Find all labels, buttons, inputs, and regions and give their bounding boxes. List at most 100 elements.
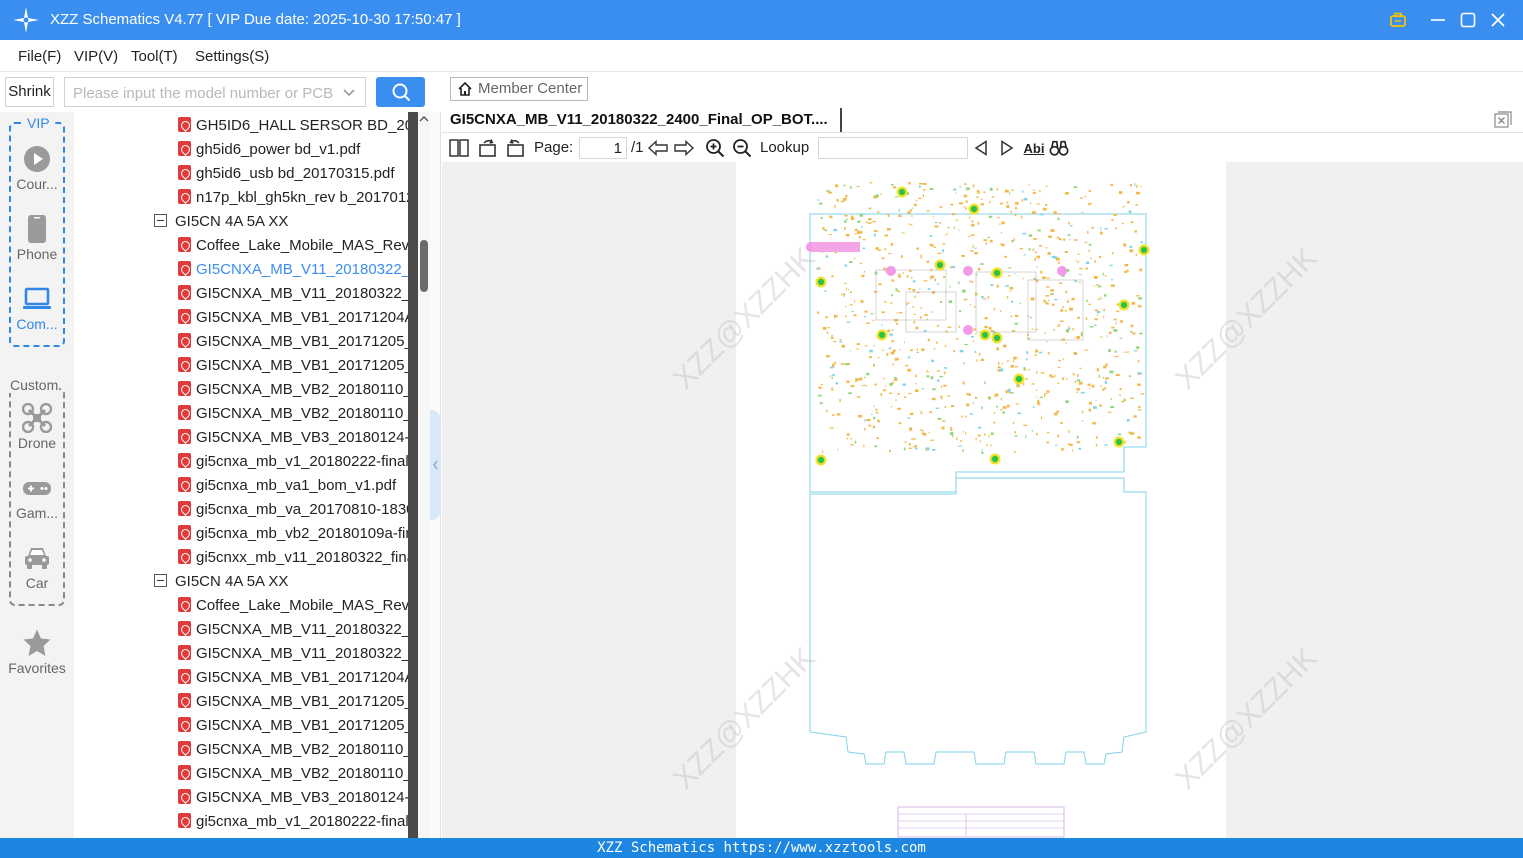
car-icon xyxy=(22,543,52,573)
pdf-file-icon xyxy=(178,140,191,156)
zoom-in-icon[interactable] xyxy=(705,138,725,158)
pdf-file-icon xyxy=(178,644,191,660)
tree-row-label: GI5CNXA_MB_VB1_20171205_13 xyxy=(196,357,408,374)
tree-scrollbar[interactable] xyxy=(418,112,430,838)
tree-file-row[interactable]: GH5ID6_HALL SERSOR BD_2017 xyxy=(178,114,408,138)
rail-item-games[interactable]: Gam... xyxy=(0,473,74,521)
tree-file-row[interactable]: GI5CNXA_MB_V11_20180322_24 xyxy=(178,258,408,282)
panel-splitter[interactable] xyxy=(430,112,441,838)
tree-file-row[interactable]: GI5CNXA_MB_V11_20180322_24 xyxy=(178,282,408,306)
close-button[interactable] xyxy=(1486,8,1510,32)
tree-row-label: GI5CNXA_MB_VB2_20180110_09 xyxy=(196,741,408,758)
match-case-button[interactable]: Abi xyxy=(1023,138,1045,158)
tree-file-row[interactable]: gi5cnxa_mb_vb2_20180109a-fin xyxy=(178,522,408,546)
pdf-file-icon xyxy=(178,764,191,780)
menu-settings[interactable]: Settings(S) xyxy=(195,48,269,65)
tree-row-label: GI5CNXA_MB_VB2_20180110_09 xyxy=(196,765,408,782)
tree-file-row[interactable]: GI5CNXA_MB_VB1_20171204A_I xyxy=(178,666,408,690)
tree-file-row[interactable]: GI5CNXA_MB_V11_20180322_24 xyxy=(178,642,408,666)
tab-divider xyxy=(442,132,1523,133)
maximize-button[interactable] xyxy=(1456,8,1480,32)
close-tab-icon[interactable] xyxy=(1494,111,1512,129)
tree-file-row[interactable]: gi5cnxx_mb_v11_20180322_fina xyxy=(178,546,408,570)
tree-file-row[interactable]: gh5id6_power bd_v1.pdf xyxy=(178,138,360,162)
tree-file-row[interactable]: gi5cnxa_mb_va_20170810-1830_ xyxy=(178,498,408,522)
tree-file-row[interactable]: Coffee_Lake_Mobile_MAS_Rev_1 xyxy=(178,594,408,618)
tree-file-row[interactable]: GI5CNXA_MB_V11_20180322_24 xyxy=(178,618,408,642)
next-view-arrow-icon[interactable] xyxy=(674,138,694,158)
tree-scrollbar-thumb[interactable] xyxy=(420,240,428,292)
collapse-panel-tab[interactable] xyxy=(430,410,441,520)
window-title: XZZ Schematics V4.77 [ VIP Due date: 202… xyxy=(50,11,461,28)
rail-item-car[interactable]: Car xyxy=(0,543,74,591)
document-viewer[interactable]: XZZ@XZZHK XZZ@XZZHK XZZ@XZZHK XZZ@XZZHK xyxy=(442,162,1523,838)
tree-file-row[interactable]: GI5CNXA_MB_VB1_20171205_13 xyxy=(178,354,408,378)
lookup-input[interactable] xyxy=(818,137,968,159)
file-tree: GH5ID6_HALL SERSOR BD_2017 gh5id6_power b… xyxy=(74,112,408,838)
tree-file-row[interactable]: GI5CNXA_MB_VB2_20180110_09 xyxy=(178,762,408,786)
pdf-file-icon xyxy=(178,452,191,468)
tree-row-label: gh5id6_power bd_v1.pdf xyxy=(196,141,361,158)
tree-folder-row[interactable]: GI5CN 4A 5A XX xyxy=(154,570,288,594)
tree-row-label: GI5CNXA_MB_V11_20180322_24 xyxy=(196,645,408,662)
tree-file-row[interactable]: GI5CNXA_MB_VB1_20171205_13 xyxy=(178,690,408,714)
zoom-out-icon[interactable] xyxy=(732,138,752,158)
menu-vip[interactable]: VIP(V) xyxy=(74,48,118,65)
collapse-toggle-icon[interactable] xyxy=(154,213,167,227)
custom-group-label: Custom xyxy=(9,377,60,393)
tree-folder-row[interactable]: GI5CN 4A 5A XX xyxy=(154,210,288,234)
tree-file-row[interactable]: gi5cnxa_mb_va1_bom_v1.pdf xyxy=(178,474,396,498)
rail-item-computer[interactable]: Com... xyxy=(0,284,74,332)
tree-row-label: gi5cnxa_mb_vb2_20180109a-fin xyxy=(196,525,408,542)
shrink-button[interactable]: Shrink xyxy=(5,77,54,107)
minimize-button[interactable] xyxy=(1426,8,1450,32)
menu-tool[interactable]: Tool(T) xyxy=(131,48,178,65)
tree-file-row[interactable]: gi5cnxa_mb_v1_20180222-final_ xyxy=(178,450,408,474)
rail-item-courses[interactable]: Cour... xyxy=(0,144,74,192)
find-previous-icon[interactable] xyxy=(971,138,991,158)
rail-item-phone[interactable]: Phone xyxy=(0,214,74,262)
status-bar: XZZ Schematics https://www.xzztools.com xyxy=(0,838,1523,858)
tree-file-row[interactable]: Coffee_Lake_Mobile_MAS_Rev_1 xyxy=(178,234,408,258)
previous-view-arrow-icon[interactable] xyxy=(648,138,668,158)
rotate-left-icon[interactable] xyxy=(478,138,498,158)
tree-file-row[interactable]: GI5CNXA_MB_VB2_20180110_09 xyxy=(178,738,408,762)
tree-file-row[interactable]: GI5CNXA_MB_VB2_20180110_09 xyxy=(178,378,408,402)
search-button[interactable] xyxy=(376,77,425,107)
find-next-icon[interactable] xyxy=(997,138,1017,158)
tree-file-row[interactable]: gh5id6_usb bd_20170315.pdf xyxy=(178,162,395,186)
tree-dark-scroll-strip xyxy=(408,112,418,838)
pdf-file-icon xyxy=(178,476,191,492)
pdf-file-icon xyxy=(178,188,191,204)
collapse-toggle-icon[interactable] xyxy=(154,573,167,587)
document-tab[interactable]: GI5CNXA_MB_V11_20180322_2400_Final_OP_BO… xyxy=(450,108,842,132)
menu-file[interactable]: File(F) xyxy=(18,48,61,65)
member-center-button[interactable]: Member Center xyxy=(450,77,588,101)
tree-file-row[interactable]: GI5CNXA_MB_VB1_20171205_13 xyxy=(178,330,408,354)
model-search-input[interactable] xyxy=(73,83,333,103)
tree-file-row[interactable]: GI5CNXA_MB_VB3_20180124-FI xyxy=(178,786,408,810)
tree-file-row[interactable]: n17p_kbl_gh5kn_rev b_2017012 xyxy=(178,186,408,210)
tree-row-label: GI5CNXA_MB_VB1_20171205_13 xyxy=(196,717,408,734)
binoculars-icon[interactable] xyxy=(1049,138,1069,158)
tree-file-row[interactable]: gi5cnxa_mb_v1_20180222-final_ xyxy=(178,810,408,834)
tree-file-row[interactable]: GI5CNXA_MB_VB1_20171204A_I xyxy=(178,306,408,330)
pdf-file-icon xyxy=(178,308,191,324)
scroll-up-arrow-icon[interactable] xyxy=(419,114,429,124)
rail-item-favorites[interactable]: Favorites xyxy=(0,628,74,676)
tree-file-row[interactable]: GI5CNXA_MB_VB3_20180124-FI xyxy=(178,426,408,450)
chevron-down-icon[interactable] xyxy=(341,85,357,101)
tree-row-label: GI5CNXA_MB_VB3_20180124-FI xyxy=(196,429,408,446)
tree-file-row[interactable]: GI5CNXA_MB_VB2_20180110_09 xyxy=(178,402,408,426)
pdf-file-icon xyxy=(178,812,191,828)
briefcase-icon[interactable] xyxy=(1386,8,1410,32)
tree-row-label: GI5CNXA_MB_VB1_20171204A_I xyxy=(196,309,408,326)
rotate-right-icon[interactable] xyxy=(505,138,525,158)
two-page-view-icon[interactable] xyxy=(449,138,469,158)
page-number-input[interactable] xyxy=(579,137,627,159)
gamepad-icon xyxy=(22,473,52,503)
tree-file-row[interactable]: GI5CNXA_MB_VB1_20171205_13 xyxy=(178,714,408,738)
match-case-label: Abi xyxy=(1023,140,1045,156)
rail-item-drone[interactable]: Drone xyxy=(0,403,74,451)
tree-row-label: gi5cnxa_mb_v1_20180222-final_ xyxy=(196,813,408,830)
